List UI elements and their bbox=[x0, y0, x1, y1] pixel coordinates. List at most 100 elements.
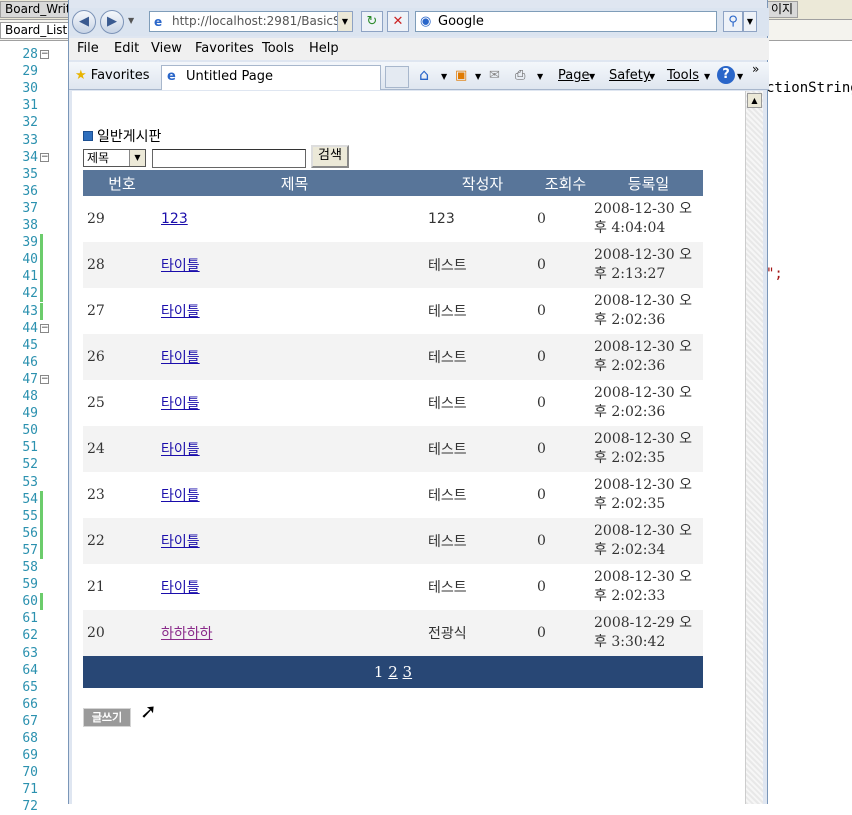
line-number: 63 bbox=[22, 645, 38, 661]
table-row: 22 타이틀 테스트 0 2008-12-30 오후 2:02:34 bbox=[83, 518, 703, 564]
tools-dropdown-icon: ▼ bbox=[704, 72, 711, 81]
row-title-link[interactable]: 타이틀 bbox=[161, 350, 200, 366]
feeds-icon[interactable]: ▣ bbox=[455, 68, 467, 83]
change-marker bbox=[40, 251, 43, 269]
home-icon[interactable]: ⌂ bbox=[419, 65, 429, 84]
search-input[interactable]: ◉ Google bbox=[415, 11, 717, 32]
search-field-value: 제목 bbox=[87, 151, 110, 165]
refresh-icon[interactable]: ↻ bbox=[361, 11, 383, 32]
menu-view[interactable]: View bbox=[151, 41, 182, 56]
vertical-scrollbar[interactable]: ▲ bbox=[745, 91, 763, 804]
line-number: 49 bbox=[22, 406, 38, 422]
search-icon[interactable]: ⚲ bbox=[723, 11, 743, 32]
fold-toggle-icon[interactable]: − bbox=[40, 152, 49, 162]
row-title-cell: 타이틀 bbox=[161, 380, 428, 426]
row-writer: 테스트 bbox=[428, 304, 467, 320]
menu-favorites[interactable]: Favorites bbox=[195, 41, 254, 56]
line-number: 36 bbox=[22, 183, 38, 199]
home-dropdown-icon[interactable]: ▼ bbox=[441, 72, 447, 81]
fold-toggle-icon[interactable]: − bbox=[40, 374, 49, 384]
page-link-2[interactable]: 2 bbox=[388, 663, 398, 681]
row-title-link[interactable]: 타이틀 bbox=[161, 488, 200, 504]
editor-tab-board-list[interactable]: Board_List bbox=[0, 22, 73, 39]
line-number: 43 bbox=[22, 303, 38, 319]
scroll-up-icon[interactable]: ▲ bbox=[747, 93, 762, 108]
print-icon[interactable]: ⎙ bbox=[515, 68, 525, 83]
mail-icon[interactable]: ✉ bbox=[489, 68, 500, 83]
row-title-cell: 타이틀 bbox=[161, 426, 428, 472]
help-icon[interactable]: ? bbox=[717, 66, 735, 84]
forward-button[interactable]: ▶ bbox=[100, 10, 124, 34]
address-bar[interactable]: e http://localhost:2981/BasicS bbox=[149, 11, 353, 32]
line-number: 35 bbox=[22, 166, 38, 182]
row-writer: 테스트 bbox=[428, 518, 537, 564]
table-row: 20 하하하하 전광식 0 2008-12-29 오후 3:30:42 bbox=[83, 610, 703, 656]
row-title-link[interactable]: 타이틀 bbox=[161, 442, 200, 458]
change-marker bbox=[40, 524, 43, 542]
address-dropdown-icon[interactable]: ▼ bbox=[337, 11, 353, 32]
page-dropdown-icon: ▼ bbox=[589, 72, 596, 81]
editor-tab-right[interactable]: 이지 bbox=[766, 1, 799, 18]
history-dropdown-icon[interactable]: ▼ bbox=[128, 16, 134, 25]
row-date: 2008-12-30 오후 2:02:35 bbox=[594, 426, 703, 472]
feeds-dropdown-icon[interactable]: ▼ bbox=[475, 72, 481, 81]
page-content: 일반게시판 제목 ▼ 검색 번호 제목 작성자 조회수 등록일 29 123 123… bbox=[72, 91, 745, 804]
row-hits: 0 bbox=[537, 426, 594, 472]
line-number: 34 bbox=[22, 149, 38, 165]
keyword-input[interactable] bbox=[152, 149, 306, 168]
search-button[interactable]: 검색 bbox=[311, 145, 349, 168]
line-number: 31 bbox=[22, 98, 38, 114]
page-menu[interactable]: Page bbox=[558, 68, 589, 83]
table-row: 26 타이틀 테스트 0 2008-12-30 오후 2:02:36 bbox=[83, 334, 703, 380]
col-hits: 조회수 bbox=[537, 170, 594, 196]
editor-tab-board-write[interactable]: Board_Writ bbox=[0, 1, 76, 18]
line-number: 68 bbox=[22, 731, 38, 746]
row-date: 2008-12-30 오후 2:02:33 bbox=[594, 569, 693, 604]
line-number-gutter: 28−29 30 31 32 33 34−35 36 37 38 39 40 41 42 43 44−45 4… bbox=[0, 44, 68, 814]
back-button[interactable]: ◀ bbox=[72, 10, 96, 34]
row-title-link[interactable]: 타이틀 bbox=[161, 258, 200, 274]
row-title-cell: 123 bbox=[161, 196, 428, 242]
chevron-more-icon[interactable]: » bbox=[752, 62, 759, 76]
menu-file[interactable]: File bbox=[77, 41, 99, 56]
menu-tools[interactable]: Tools bbox=[262, 41, 294, 56]
browser-tab[interactable]: e Untitled Page bbox=[161, 65, 381, 90]
mouse-cursor-icon: ➚ bbox=[140, 699, 157, 723]
row-hits: 0 bbox=[537, 242, 594, 288]
write-button[interactable]: 글쓰기 bbox=[83, 708, 131, 727]
menu-edit[interactable]: Edit bbox=[114, 41, 139, 56]
menu-help[interactable]: Help bbox=[309, 41, 339, 56]
safety-menu[interactable]: Safety bbox=[609, 68, 651, 83]
search-field-select[interactable]: 제목 ▼ bbox=[83, 149, 146, 167]
row-title-link[interactable]: 123 bbox=[161, 211, 188, 227]
row-title-link[interactable]: 타이틀 bbox=[161, 304, 200, 320]
row-title-cell: 타이틀 bbox=[161, 518, 428, 564]
tools-menu[interactable]: Tools bbox=[667, 68, 699, 83]
line-number: 33 bbox=[22, 132, 38, 148]
row-hits: 0 bbox=[537, 610, 594, 656]
row-writer: 테스트 bbox=[428, 580, 467, 596]
favorites-button[interactable]: ★ Favorites bbox=[75, 68, 150, 83]
row-title-link[interactable]: 타이틀 bbox=[161, 534, 200, 550]
command-bar: ★ Favorites e Untitled Page ⌂ ▼ ▣ ▼ ✉ ⎙ … bbox=[69, 62, 769, 90]
row-title-link[interactable]: 하하하하 bbox=[161, 626, 213, 642]
fold-toggle-icon[interactable]: − bbox=[40, 50, 49, 59]
stop-icon[interactable]: ✕ bbox=[387, 11, 409, 32]
change-marker bbox=[40, 541, 43, 559]
page-link-3[interactable]: 3 bbox=[403, 663, 413, 681]
line-number: 42 bbox=[22, 286, 38, 302]
row-title-cell: 타이틀 bbox=[161, 334, 428, 380]
fold-toggle-icon[interactable]: − bbox=[40, 323, 49, 333]
search-options-icon[interactable]: ▼ bbox=[743, 11, 757, 32]
row-writer: 테스트 bbox=[428, 242, 537, 288]
row-hits: 0 bbox=[537, 334, 594, 380]
search-provider-label: Google bbox=[438, 14, 484, 29]
print-dropdown-icon[interactable]: ▼ bbox=[537, 72, 543, 81]
line-number: 38 bbox=[22, 218, 38, 233]
new-tab-button[interactable] bbox=[385, 66, 409, 88]
row-number: 27 bbox=[87, 303, 105, 319]
row-hits: 0 bbox=[537, 211, 546, 227]
row-title-link[interactable]: 타이틀 bbox=[161, 580, 200, 596]
change-marker bbox=[40, 285, 43, 303]
row-title-link[interactable]: 타이틀 bbox=[161, 396, 200, 412]
